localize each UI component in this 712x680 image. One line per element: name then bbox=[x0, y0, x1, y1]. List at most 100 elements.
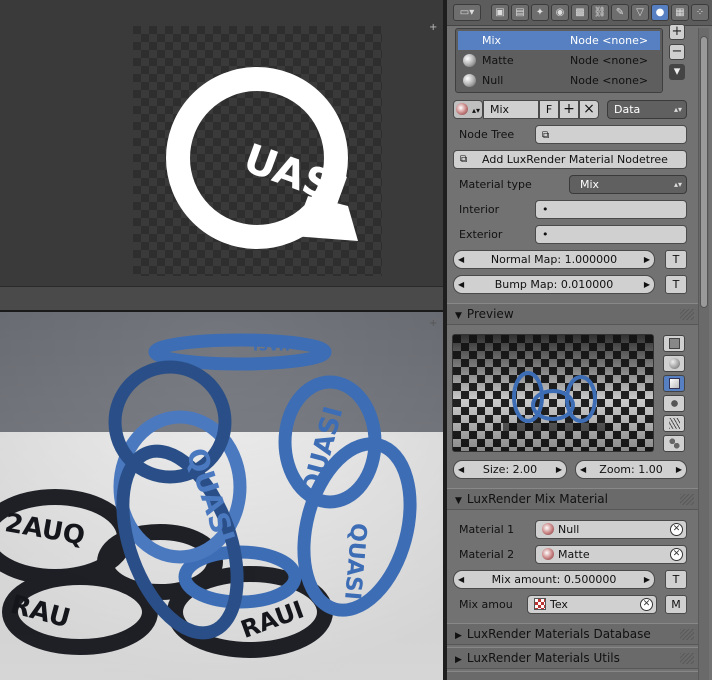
render-viewport[interactable]: 2AUQ RAU RAUI QUASI QUASI QUASI UASI bbox=[0, 312, 443, 680]
bump-map-slider[interactable]: ◀ Bump Map: 0.010000 ▶ bbox=[453, 275, 655, 294]
material-slot-name: Matte bbox=[482, 54, 514, 67]
mix-amount-slider[interactable]: ◀ Mix amount: 0.500000 ▶ bbox=[453, 570, 655, 589]
bump-map-texture-button[interactable]: T bbox=[665, 275, 687, 294]
material-sphere-icon bbox=[542, 548, 554, 560]
normal-map-texture-button[interactable]: T bbox=[665, 250, 687, 269]
material-name-field[interactable]: Mix bbox=[483, 100, 539, 119]
decrement-arrow-icon: ◀ bbox=[458, 280, 465, 289]
node-tree-field[interactable]: ⧉ bbox=[535, 125, 687, 144]
clear-texture-icon[interactable]: ✕ bbox=[640, 598, 653, 611]
properties-scrollbar[interactable] bbox=[698, 28, 709, 680]
fake-user-button[interactable]: F bbox=[539, 100, 559, 119]
render-icon[interactable]: ▣ bbox=[491, 4, 509, 21]
preview-panel-header[interactable]: ▼ Preview bbox=[447, 303, 698, 325]
node-tree-label: Node Tree bbox=[459, 128, 515, 141]
unlink-material-button[interactable]: × bbox=[579, 100, 599, 119]
texture-icon[interactable]: ▦ bbox=[671, 4, 689, 21]
interior-field[interactable]: • bbox=[535, 200, 687, 219]
normal-map-slider[interactable]: ◀ Normal Map: 1.000000 ▶ bbox=[453, 250, 655, 269]
editor-type-icon[interactable]: ▭▾ bbox=[453, 4, 481, 21]
material-browse-button[interactable]: ▴▾ bbox=[453, 100, 483, 119]
material-preview bbox=[452, 334, 654, 452]
preview-zoom-slider[interactable]: ◀ Zoom: 1.00 ▶ bbox=[575, 460, 687, 479]
image-editor-viewport[interactable]: UASI + bbox=[0, 0, 443, 286]
increment-arrow-icon: ▶ bbox=[643, 575, 650, 584]
add-slot-button[interactable]: + bbox=[669, 24, 685, 40]
render-layers-icon[interactable]: ▤ bbox=[511, 4, 529, 21]
sphere-preview-button[interactable] bbox=[663, 355, 685, 372]
add-nodetree-label: Add LuxRender Material Nodetree bbox=[482, 153, 668, 166]
clear-material2-icon[interactable]: ✕ bbox=[670, 548, 683, 561]
material1-label: Material 1 bbox=[459, 523, 515, 536]
monkey-icon bbox=[669, 398, 680, 409]
material-slot-item[interactable]: Mix Node <none> bbox=[458, 31, 660, 50]
expanded-triangle-icon: ▼ bbox=[455, 496, 462, 506]
bump-map-value: Bump Map: 0.010000 bbox=[494, 278, 614, 291]
exterior-label: Exterior bbox=[459, 228, 503, 241]
sphere-array-preview-button[interactable] bbox=[663, 435, 685, 452]
materials-utils-panel-header[interactable]: ▶ LuxRender Materials Utils bbox=[447, 647, 698, 669]
preview-size-slider[interactable]: ◀ Size: 2.00 ▶ bbox=[453, 460, 567, 479]
checker-texture-icon bbox=[534, 598, 546, 610]
slot-menu-button[interactable]: ▾ bbox=[669, 64, 685, 80]
material2-value: Matte bbox=[558, 548, 590, 561]
object-data-icon[interactable]: ▽ bbox=[631, 4, 649, 21]
new-material-button[interactable]: + bbox=[559, 100, 579, 119]
material-sphere-icon bbox=[463, 74, 476, 87]
remove-slot-button[interactable]: − bbox=[669, 44, 685, 60]
mix-amount-texture-button[interactable]: T bbox=[665, 570, 687, 589]
clear-material1-icon[interactable]: ✕ bbox=[670, 523, 683, 536]
cube-preview-button[interactable] bbox=[663, 375, 685, 392]
materials-database-panel-header[interactable]: ▶ LuxRender Materials Database bbox=[447, 623, 698, 645]
world-icon[interactable]: ◉ bbox=[551, 4, 569, 21]
scrollbar-thumb[interactable] bbox=[700, 36, 708, 308]
viewport-plus-icon[interactable]: + bbox=[429, 22, 437, 33]
hair-preview-button[interactable] bbox=[663, 415, 685, 432]
object-icon[interactable]: ▩ bbox=[571, 4, 589, 21]
mix-texture-value: Tex bbox=[550, 598, 568, 611]
preview-zoom-value: Zoom: 1.00 bbox=[599, 463, 663, 476]
materials-database-title: LuxRender Materials Database bbox=[466, 627, 651, 641]
mix-material-panel-header[interactable]: ▼ LuxRender Mix Material bbox=[447, 488, 698, 510]
panel-grip-icon[interactable] bbox=[680, 494, 694, 505]
increment-arrow-icon: ▶ bbox=[555, 465, 562, 474]
modifiers-icon[interactable]: ✎ bbox=[611, 4, 629, 21]
material2-field[interactable]: Matte ✕ bbox=[535, 545, 687, 564]
mix-texture-label: Mix amou bbox=[459, 598, 513, 611]
material-type-label: Material type bbox=[459, 178, 532, 191]
panel-grip-icon[interactable] bbox=[680, 653, 694, 664]
preview-panel-title: Preview bbox=[466, 307, 514, 321]
particles-icon[interactable]: ⁘ bbox=[691, 4, 709, 21]
mix-texture-mode-button[interactable]: M bbox=[665, 595, 687, 614]
next-panel-header[interactable] bbox=[447, 671, 698, 680]
material-slot-item[interactable]: Null Node <none> bbox=[458, 71, 660, 90]
material1-field[interactable]: Null ✕ bbox=[535, 520, 687, 539]
panel-grip-icon[interactable] bbox=[680, 629, 694, 640]
properties-header: ▭▾ ▣ ▤ ✦ ◉ ▩ ⛓ ✎ ▽ ● ▦ ⁘ bbox=[447, 0, 712, 26]
mix-texture-field[interactable]: Tex ✕ bbox=[527, 595, 657, 614]
dropdown-arrow-icon: ▴▾ bbox=[673, 105, 682, 114]
viewport-plus-icon-2[interactable]: + bbox=[429, 318, 437, 329]
texture-image: UASI bbox=[133, 26, 382, 276]
material-link-dropdown[interactable]: Data ▴▾ bbox=[607, 100, 687, 119]
material-type-dropdown[interactable]: Mix ▴▾ bbox=[569, 175, 687, 194]
material-type-value: Mix bbox=[580, 178, 600, 191]
panel-grip-icon[interactable] bbox=[680, 309, 694, 320]
monkey-preview-button[interactable] bbox=[663, 395, 685, 412]
material-slot-item[interactable]: Matte Node <none> bbox=[458, 51, 660, 70]
material-slot-node: Node <none> bbox=[570, 74, 649, 87]
exterior-field[interactable]: • bbox=[535, 225, 687, 244]
sphere-icon bbox=[669, 358, 680, 369]
material-sphere-icon bbox=[455, 103, 468, 115]
image-editor-header bbox=[0, 286, 443, 312]
constraints-icon[interactable]: ⛓ bbox=[591, 4, 609, 21]
material-icon[interactable]: ● bbox=[651, 4, 669, 21]
material-slot-list[interactable]: Mix Node <none> Matte Node <none> Null Node <… bbox=[455, 28, 663, 93]
add-nodetree-button[interactable]: ⧉ Add LuxRender Material Nodetree bbox=[453, 150, 687, 169]
mix-material-panel-title: LuxRender Mix Material bbox=[466, 492, 608, 506]
flat-icon bbox=[669, 338, 680, 349]
expanded-triangle-icon: ▼ bbox=[455, 311, 462, 321]
scene-icon[interactable]: ✦ bbox=[531, 4, 549, 21]
flat-preview-button[interactable] bbox=[663, 335, 685, 352]
render-image: 2AUQ RAU RAUI QUASI QUASI QUASI UASI bbox=[0, 312, 443, 680]
